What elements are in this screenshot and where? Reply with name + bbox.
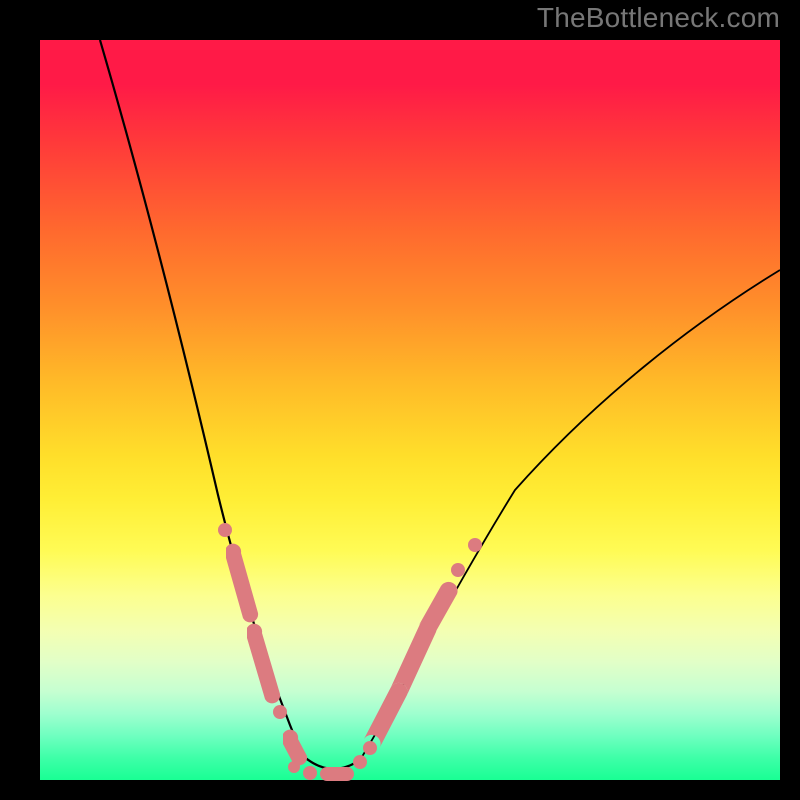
marker-pill <box>364 683 408 747</box>
chart-frame: TheBottleneck.com <box>0 0 800 800</box>
marker-pill <box>320 767 354 781</box>
curve-markers <box>218 523 482 781</box>
marker-dot <box>363 741 377 755</box>
marker-pill <box>247 624 280 704</box>
marker-dot <box>288 761 300 773</box>
plot-area <box>40 40 780 780</box>
marker-dot <box>218 523 232 537</box>
marker-dot <box>303 766 317 780</box>
curve-left-branch <box>100 40 302 755</box>
marker-pill <box>226 544 258 623</box>
watermark-text: TheBottleneck.com <box>537 2 780 34</box>
marker-dot <box>353 755 367 769</box>
marker-pill <box>283 730 307 766</box>
marker-dot <box>273 705 287 719</box>
marker-dot <box>468 538 482 552</box>
curve-right-branch <box>360 270 780 760</box>
marker-dot <box>451 563 465 577</box>
bottleneck-curve <box>40 40 780 780</box>
